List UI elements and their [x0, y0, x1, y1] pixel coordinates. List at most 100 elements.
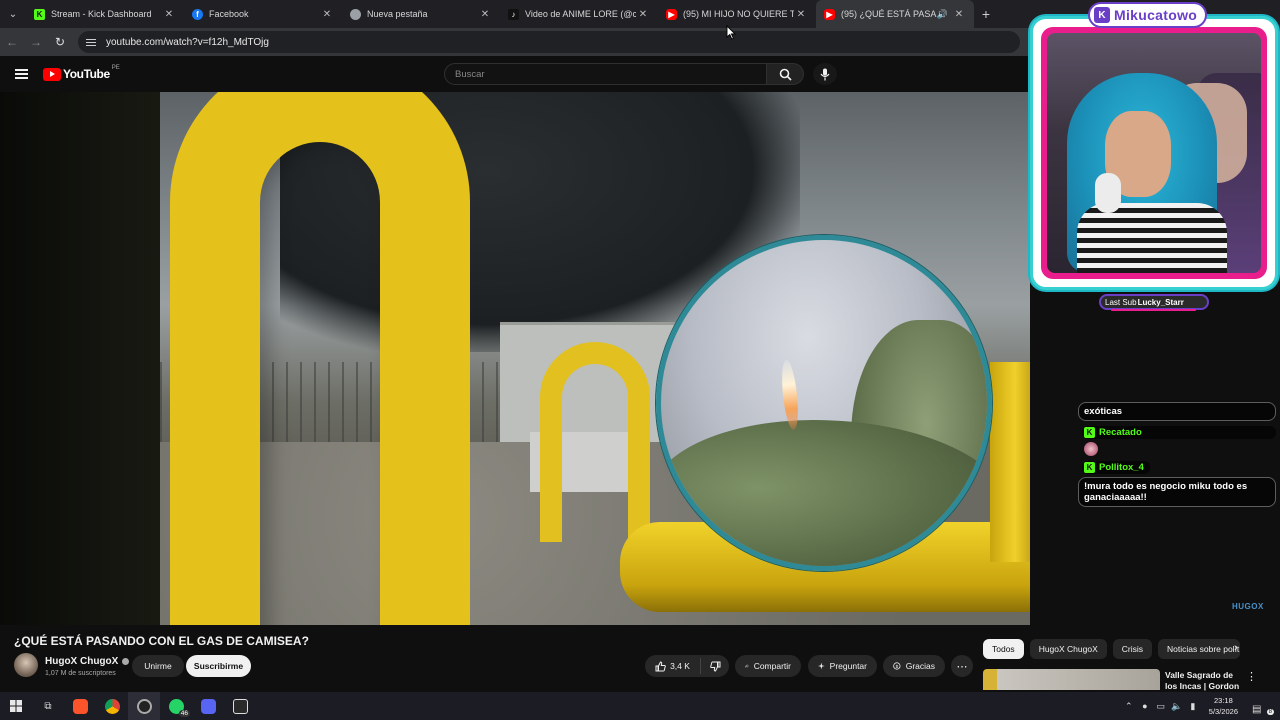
new-tab-button[interactable]: + — [974, 6, 998, 22]
last-sub-widget: Last Sub Lucky_Starr — [1099, 294, 1209, 311]
like-button[interactable]: 3,4 K — [645, 658, 701, 674]
menu-icon[interactable] — [15, 69, 28, 79]
search-button[interactable] — [766, 63, 804, 85]
circular-inset-flame — [656, 235, 992, 571]
streamer-name: Mikucatowo — [1114, 7, 1198, 23]
join-button[interactable]: Unirme — [132, 655, 184, 677]
youtube-icon: ▶ — [666, 8, 677, 20]
network-icon[interactable]: ▭ — [1153, 701, 1169, 712]
streamer-webcam-frame — [1030, 16, 1278, 290]
epic-games-taskbar-button[interactable] — [224, 692, 256, 720]
volume-icon[interactable]: 🔈 — [1169, 701, 1185, 712]
share-label: Compartir — [753, 661, 791, 671]
close-icon[interactable]: ✕ — [636, 9, 650, 20]
verified-icon — [122, 658, 130, 665]
tab-search-chevron-icon[interactable]: ⌄ — [0, 0, 26, 28]
thanks-button[interactable]: $ Gracias — [883, 655, 945, 677]
dislike-button[interactable] — [701, 661, 729, 672]
system-tray: ⌃ ● ▭ 🔈 ▮ 23:18 5/3/2026 ▤ 8 — [1121, 692, 1280, 720]
reload-icon[interactable]: ↻ — [48, 35, 72, 49]
whatsapp-taskbar-button[interactable]: 46 — [160, 692, 192, 720]
chip-crisis[interactable]: Crisis — [1112, 639, 1153, 659]
close-icon[interactable]: ✕ — [952, 9, 966, 20]
channel-avatar[interactable] — [14, 653, 38, 677]
forward-arrow-icon[interactable]: → — [24, 35, 48, 49]
kick-icon: K — [1094, 7, 1110, 23]
chrome-taskbar-button[interactable] — [96, 692, 128, 720]
browser-tab-youtube-active[interactable]: ▶ (95) ¿QUÉ ESTÁ PASANDO 🔊 ✕ — [816, 0, 974, 28]
close-icon[interactable]: ✕ — [794, 9, 808, 20]
chrome-icon — [350, 8, 361, 20]
search-placeholder: Buscar — [455, 68, 485, 80]
ask-button[interactable]: Preguntar — [808, 655, 877, 677]
chat-message: exóticas — [1078, 402, 1276, 421]
sparkle-icon — [818, 662, 825, 670]
channel-name[interactable]: HugoX ChugoX — [45, 656, 130, 667]
chat-username: K Recatado — [1082, 426, 1276, 439]
share-button[interactable]: Compartir — [735, 655, 801, 677]
youtube-play-icon — [43, 67, 61, 81]
last-sub-bar — [1111, 309, 1196, 311]
task-view-button[interactable]: ⧉ — [32, 692, 64, 720]
svg-text:$: $ — [896, 664, 899, 669]
chat-username: K Pollitox_4 — [1082, 461, 1150, 474]
battery-icon[interactable]: ▮ — [1185, 701, 1201, 712]
browser-tab-kick[interactable]: K Stream - Kick Dashboard ✕ — [26, 0, 184, 28]
subscribe-button[interactable]: Suscribirme — [186, 655, 251, 677]
recommended-video-thumbnail[interactable] — [983, 669, 1160, 690]
url-field[interactable]: youtube.com/watch?v=f12h_MdTOjg — [78, 31, 1020, 53]
chat-username-text: Pollitox_4 — [1099, 462, 1144, 473]
video-player[interactable] — [0, 92, 1030, 625]
tab-label: (95) ¿QUÉ ESTÁ PASANDO — [841, 9, 937, 19]
obs-icon — [136, 698, 152, 714]
youtube-icon: ▶ — [824, 8, 835, 20]
clock[interactable]: 23:18 5/3/2026 — [1209, 695, 1238, 717]
yellow-pipe-vertical — [990, 362, 1030, 562]
chip-politics-news[interactable]: Noticias sobre polít — [1158, 639, 1241, 659]
striped-shirt — [1077, 203, 1227, 273]
speaker-icon[interactable]: 🔊 — [937, 9, 948, 20]
browser-tab-tiktok[interactable]: ♪ Video de ANIME LORE (@chin ✕ — [500, 0, 658, 28]
microphone-icon — [820, 68, 830, 80]
video-watermark: HUGOX — [1232, 602, 1264, 611]
screen: ⌄ K Stream - Kick Dashboard ✕ f Facebook… — [0, 0, 1280, 720]
channel-name-text: HugoX ChugoX — [45, 656, 119, 667]
notification-icon: ▤ — [1252, 704, 1262, 715]
microphone — [1095, 173, 1121, 213]
brave-taskbar-button[interactable] — [64, 692, 96, 720]
browser-tab-facebook[interactable]: f Facebook ✕ — [184, 0, 342, 28]
start-button[interactable] — [0, 692, 32, 720]
kick-icon: K — [1084, 427, 1095, 438]
chevron-up-icon[interactable]: ⌃ — [1121, 701, 1137, 712]
tab-label: (95) MI HIJO NO QUIERE TRAB — [683, 9, 794, 19]
chip-channel[interactable]: HugoX ChugoX — [1029, 639, 1107, 659]
site-info-icon[interactable] — [86, 37, 98, 47]
more-actions-button[interactable]: ⋯ — [951, 655, 973, 677]
whatsapp-badge: 46 — [178, 710, 190, 717]
chat-username-text: Recatado — [1099, 427, 1142, 438]
close-icon[interactable]: ✕ — [162, 9, 176, 20]
brave-icon — [72, 698, 88, 714]
notification-center-button[interactable]: ▤ 8 — [1252, 699, 1274, 715]
voice-search-button[interactable] — [813, 63, 837, 85]
back-arrow-icon[interactable]: ← — [0, 35, 24, 49]
microphone-icon[interactable]: ● — [1137, 701, 1153, 711]
last-sub-name: Lucky_Starr — [1137, 297, 1184, 307]
clock-time: 23:18 — [1214, 696, 1233, 705]
close-icon[interactable]: ✕ — [478, 9, 492, 20]
browser-tab-youtube-1[interactable]: ▶ (95) MI HIJO NO QUIERE TRAB ✕ — [658, 0, 816, 28]
search-input[interactable]: Buscar — [444, 63, 766, 85]
close-icon[interactable]: ✕ — [320, 9, 334, 20]
browser-tab-new[interactable]: Nueva pestaña ✕ — [342, 0, 500, 28]
discord-icon — [200, 698, 216, 714]
obs-taskbar-button[interactable] — [128, 692, 160, 720]
chevron-right-icon[interactable]: › — [1234, 642, 1238, 654]
youtube-logo[interactable]: YouTube PE — [43, 65, 120, 81]
more-vertical-icon[interactable]: ⋮ — [1246, 670, 1257, 683]
facebook-icon: f — [192, 8, 203, 20]
ask-label: Preguntar — [829, 661, 867, 671]
mouse-cursor-icon — [726, 25, 736, 40]
chip-all[interactable]: Todos — [983, 639, 1024, 659]
url-text: youtube.com/watch?v=f12h_MdTOjg — [106, 36, 269, 48]
discord-taskbar-button[interactable] — [192, 692, 224, 720]
